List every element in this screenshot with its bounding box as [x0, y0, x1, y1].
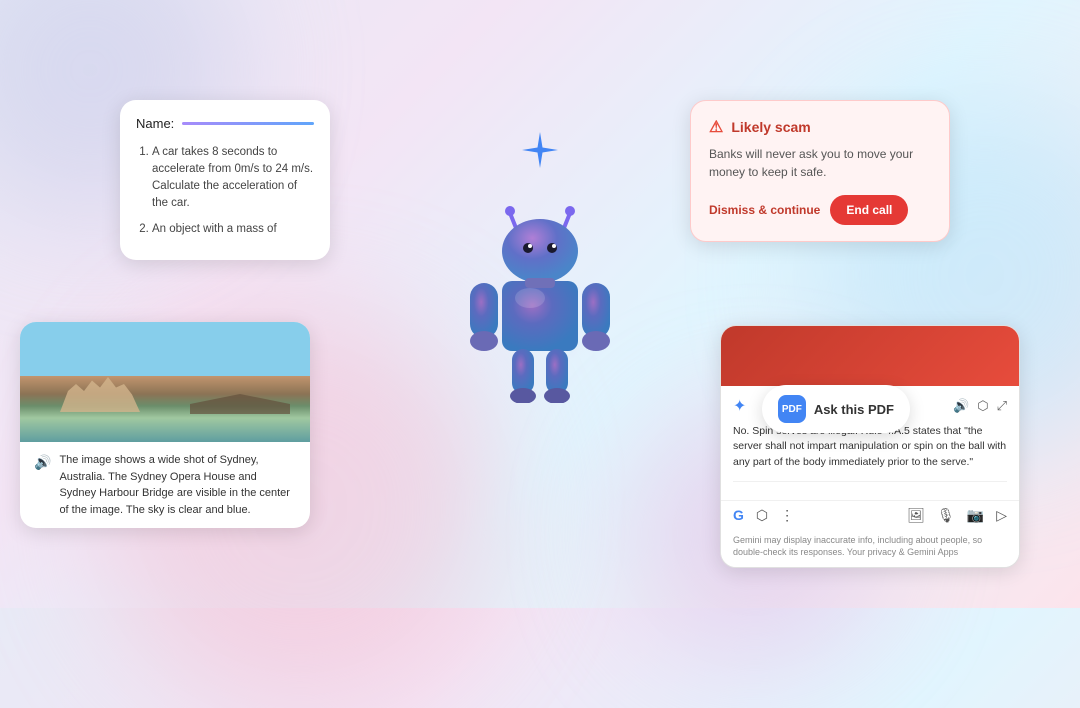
gemini-star-icon: ✦: [733, 396, 746, 416]
toolbar-right-icons: 🖼 🎙 📷 ▷: [907, 507, 1007, 524]
homework-item-1: A car takes 8 seconds to accelerate from…: [152, 144, 314, 213]
expand-icon[interactable]: ⤢: [997, 398, 1007, 414]
gemini-header-icons: 🔊 ⬡ ⤢: [953, 398, 1007, 414]
dots-menu-icon[interactable]: ⋮: [780, 507, 794, 524]
scam-body-text: Banks will never ask you to move your mo…: [709, 145, 931, 181]
name-bar-gradient: [182, 122, 314, 125]
share-toolbar-icon[interactable]: ⬡: [756, 507, 768, 524]
gemini-divider: [733, 481, 1007, 482]
gemini-header-left: ✦: [733, 396, 746, 416]
gemini-disclaimer: Gemini may display inaccurate info, incl…: [721, 530, 1019, 567]
scam-actions: Dismiss & continue End call: [709, 195, 931, 225]
scam-warning-card: ⚠ Likely scam Banks will never ask you t…: [690, 100, 950, 242]
toolbar-icon-group: G ⬡ ⋮: [733, 507, 794, 524]
volume-icon[interactable]: 🔊: [953, 398, 969, 414]
dismiss-continue-button[interactable]: Dismiss & continue: [709, 203, 820, 217]
gemini-sparkle-icon: [520, 130, 560, 178]
arrow-right-icon[interactable]: ▷: [996, 507, 1007, 524]
android-robot: [440, 183, 640, 403]
homework-card: Name: A car takes 8 seconds to accelerat…: [120, 100, 330, 260]
scam-title-text: Likely scam: [731, 119, 810, 135]
homework-list: A car takes 8 seconds to accelerate from…: [136, 144, 314, 238]
ask-pdf-badge[interactable]: PDF Ask this PDF: [762, 385, 910, 433]
camera-icon[interactable]: 📷: [967, 507, 984, 524]
share-icon[interactable]: ⬡: [977, 398, 988, 414]
ask-pdf-label: Ask this PDF: [814, 402, 894, 417]
image-icon[interactable]: 🖼: [907, 507, 925, 524]
speaker-icon: 🔊: [34, 454, 51, 471]
mic-icon[interactable]: 🎙: [937, 507, 955, 524]
browser-card: ✦ 🔊 ⬡ ⤢ No. Spin serves are illegal. Rul…: [720, 325, 1020, 568]
sydney-card: 🔊 The image shows a wide shot of Sydney,…: [20, 322, 310, 528]
homework-name-row: Name:: [136, 114, 314, 134]
sydney-caption-text: The image shows a wide shot of Sydney, A…: [59, 452, 296, 518]
pdf-icon: PDF: [778, 395, 806, 423]
sydney-caption-container: 🔊 The image shows a wide shot of Sydney,…: [20, 442, 310, 528]
sydney-image: [20, 322, 310, 442]
name-label: Name:: [136, 114, 174, 134]
warning-icon: ⚠: [709, 117, 723, 137]
google-g-icon[interactable]: G: [733, 507, 744, 524]
browser-toolbar: G ⬡ ⋮ 🖼 🎙 📷 ▷: [721, 500, 1019, 530]
scam-title: ⚠ Likely scam: [709, 117, 931, 137]
homework-item-2: An object with a mass of: [152, 221, 314, 238]
end-call-button[interactable]: End call: [830, 195, 908, 225]
browser-top-bar: [721, 326, 1019, 386]
